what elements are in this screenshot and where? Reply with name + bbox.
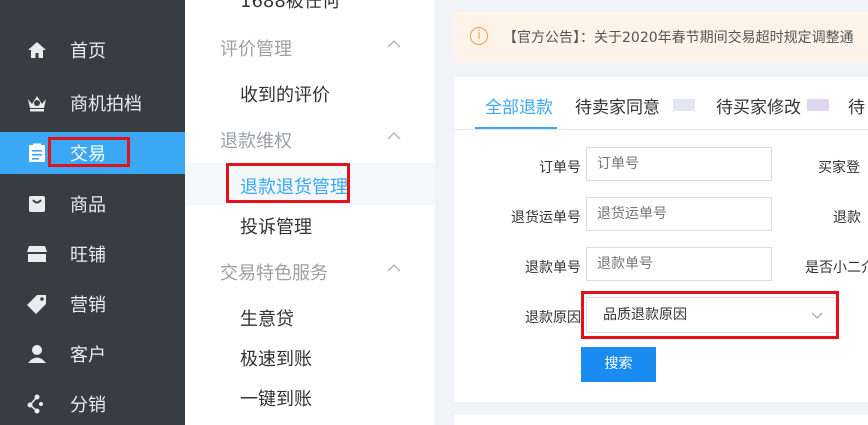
chevron-down-icon xyxy=(811,312,823,319)
nav-item-business-partner[interactable]: 商机拍档 xyxy=(0,82,185,124)
tab-divider xyxy=(455,129,868,130)
nav-item-marketing[interactable]: 营销 xyxy=(0,283,185,325)
tab-awaiting-seller[interactable]: 待卖家同意 xyxy=(575,93,660,118)
submenu-item-refund-management[interactable]: 退款退货管理 xyxy=(240,173,348,199)
nav-item-label: 商品 xyxy=(70,195,106,216)
xiaoer-involved-label: 是否小二介 xyxy=(805,260,868,276)
nav-item-trade[interactable]: 交易 xyxy=(0,132,185,174)
nav-item-shop[interactable]: 旺铺 xyxy=(0,233,185,275)
nav-item-label: 营销 xyxy=(70,295,106,316)
submenu-item-received-reviews[interactable]: 收到的评价 xyxy=(240,81,330,107)
info-icon: i xyxy=(470,27,488,45)
submenu-item-complaints[interactable]: 投诉管理 xyxy=(240,213,312,239)
crown-icon xyxy=(26,92,48,114)
refund-reason-label: 退款原因 xyxy=(525,310,581,326)
nav-item-label: 交易 xyxy=(70,144,106,165)
nav-item-customer[interactable]: 客户 xyxy=(0,333,185,375)
order-no-input[interactable] xyxy=(586,147,772,181)
refund-no-input[interactable] xyxy=(586,247,772,281)
next-panel-edge xyxy=(455,415,868,425)
submenu-item-cut[interactable]: 1688被任何 xyxy=(240,0,340,13)
sub-menu: 1688被任何 评价管理 收到的评价 退款维权 退款退货管理 投诉管理 交易特色… xyxy=(185,0,435,425)
nav-item-distribution[interactable]: 分销 xyxy=(0,383,185,425)
store-icon xyxy=(26,243,48,265)
home-icon xyxy=(26,39,48,61)
search-button[interactable]: 搜索 xyxy=(581,347,656,382)
refund-reason-select[interactable]: 品质退款原因 xyxy=(586,297,838,333)
tab-all-refunds[interactable]: 全部退款 xyxy=(485,93,553,118)
nav-item-label: 商机拍档 xyxy=(70,94,142,115)
main-nav: 首页 商机拍档 交易 商品 旺铺 营销 客户 分销 xyxy=(0,0,185,425)
nav-item-label: 客户 xyxy=(70,345,106,366)
nav-item-label: 旺铺 xyxy=(70,245,106,266)
nav-item-label: 首页 xyxy=(70,41,106,62)
submenu-item-fast-payout[interactable]: 极速到账 xyxy=(240,345,312,371)
submenu-item-one-click-payout[interactable]: 一键到账 xyxy=(240,385,312,411)
refund-search-panel: 全部退款 待卖家同意 待买家修改 待 订单号 退货运单号 退款单号 退款原因 品… xyxy=(455,77,868,402)
refund-reason-value: 品质退款原因 xyxy=(603,307,687,323)
tag-icon xyxy=(26,293,48,315)
clipboard-icon xyxy=(26,142,48,164)
submenu-item-business-loan[interactable]: 生意贷 xyxy=(240,305,294,331)
order-no-label: 订单号 xyxy=(539,160,581,176)
bag-icon xyxy=(26,193,48,215)
return-ship-no-input[interactable] xyxy=(586,197,772,231)
nav-item-label: 分销 xyxy=(70,395,106,416)
blurred-count xyxy=(807,99,829,111)
return-ship-no-label: 退货运单号 xyxy=(511,210,581,226)
refund-no-label: 退款单号 xyxy=(525,260,581,276)
nav-item-home[interactable]: 首页 xyxy=(0,29,185,71)
refund-status-label: 退款 xyxy=(833,210,861,226)
submenu-group-refund[interactable]: 退款维权 xyxy=(220,127,292,153)
submenu-group-reviews[interactable]: 评价管理 xyxy=(220,35,292,61)
announcement-bar: i 【官方公告】：关于2020年春节期间交易超时规定调整通 xyxy=(455,12,868,62)
chevron-up-icon[interactable] xyxy=(387,37,401,51)
user-icon xyxy=(26,343,48,365)
nav-item-goods[interactable]: 商品 xyxy=(0,183,185,225)
buyer-login-label: 买家登 xyxy=(818,160,860,176)
submenu-group-trade-services[interactable]: 交易特色服务 xyxy=(220,259,328,285)
share-icon xyxy=(26,393,48,415)
chevron-up-icon[interactable] xyxy=(387,261,401,275)
announcement-text[interactable]: 【官方公告】：关于2020年春节期间交易超时规定调整通 xyxy=(503,27,854,47)
blurred-count xyxy=(673,99,695,111)
tab-more[interactable]: 待 xyxy=(848,93,865,118)
tab-awaiting-buyer[interactable]: 待买家修改 xyxy=(716,93,801,118)
chevron-up-icon[interactable] xyxy=(387,129,401,143)
